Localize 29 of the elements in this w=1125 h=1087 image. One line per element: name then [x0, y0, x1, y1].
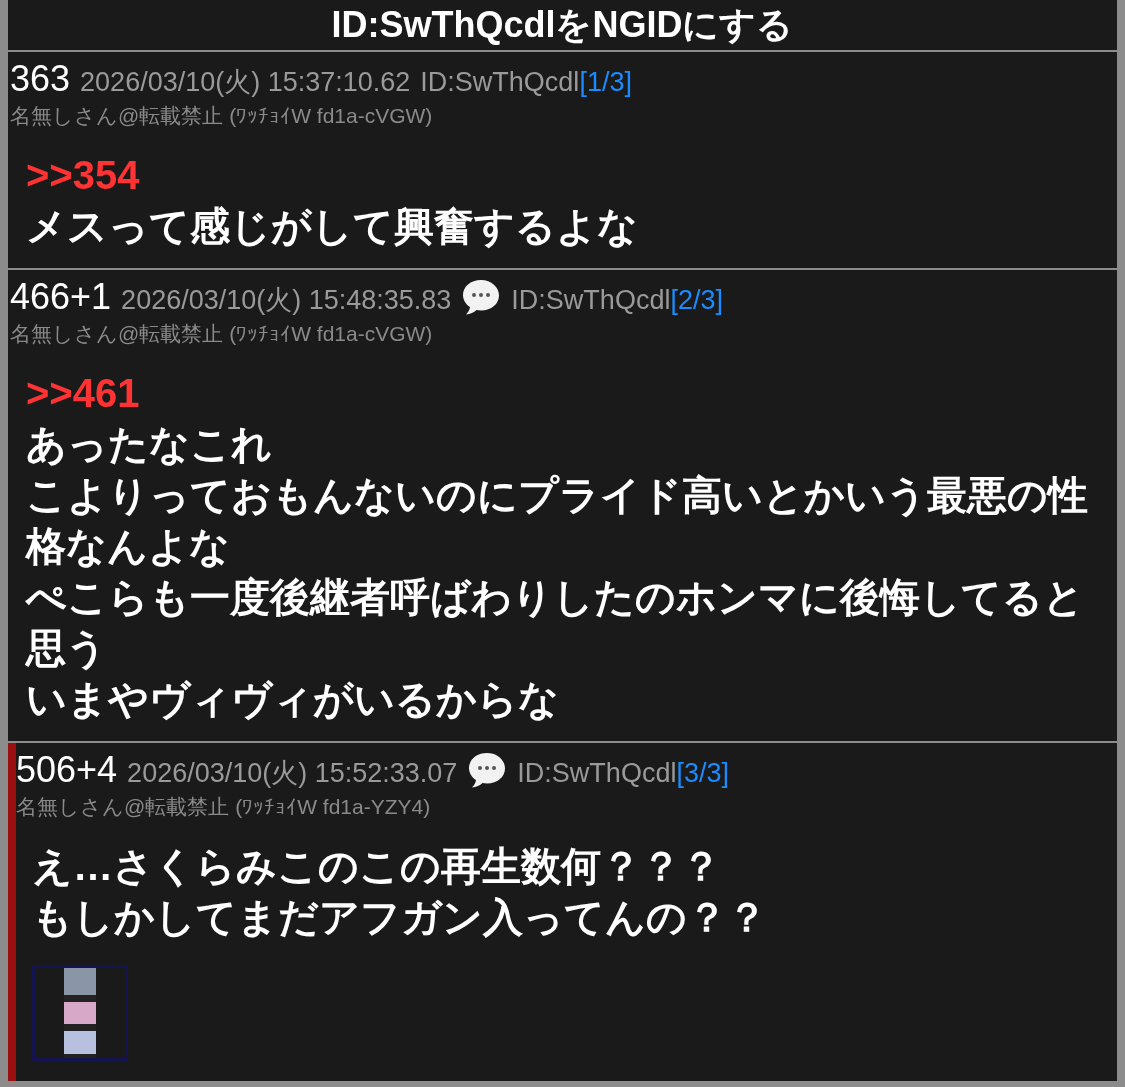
poster-name: 名無しさん@転載禁止 (ﾜｯﾁｮｲW fd1a-cVGW) [10, 103, 434, 129]
post-number[interactable]: 466+1 [10, 276, 112, 318]
reply-anchor-link[interactable]: >>354 [26, 150, 1117, 201]
post-text-line: メスって感じがして興奮するよな [26, 203, 639, 250]
post-text-line: あったなこれ [26, 421, 273, 468]
reply-anchor-link[interactable]: >>461 [26, 368, 1117, 419]
poster-id[interactable]: ID:SwThQcdl [517, 758, 677, 788]
post-text-line: もしかしてまだアフガン入ってんの？？ [32, 894, 768, 941]
id-count-link[interactable]: [1/3] [579, 67, 632, 97]
post-number[interactable]: 506+4 [16, 749, 118, 791]
ngid-title[interactable]: ID:SwThQcdlをNGIDにする [331, 0, 794, 50]
poster-id[interactable]: ID:SwThQcdl [511, 285, 671, 315]
post-datetime: 2026/03/10(火) 15:52:33.07 [127, 757, 458, 790]
poster-name: 名無しさん@転載禁止 (ﾜｯﾁｮｲW fd1a-YZY4) [16, 794, 432, 820]
id-count-link[interactable]: [2/3] [670, 285, 723, 315]
post-text-line: え…さくらみこのこの再生数何？？？ [32, 843, 722, 890]
post-text-line: こよりっておもんないのにプライド高いとかいう最悪の性格なんよな [26, 472, 1089, 570]
post-datetime: 2026/03/10(火) 15:48:35.83 [121, 284, 452, 317]
title-bar[interactable]: ID:SwThQcdlをNGIDにする [8, 0, 1117, 50]
id-count-link[interactable]: [3/3] [676, 758, 729, 788]
post-datetime: 2026/03/10(火) 15:37:10.62 [80, 66, 411, 99]
speech-bubble-icon[interactable] [461, 278, 502, 316]
poster-name: 名無しさん@転載禁止 (ﾜｯﾁｮｲW fd1a-cVGW) [10, 321, 434, 347]
post-text-line: いまやヴィヴィがいるからな [26, 676, 560, 723]
post-number[interactable]: 363 [10, 58, 71, 100]
post-text-line: ぺこらも一度後継者呼ばわりしたのホンマに後悔してると思う [26, 574, 1085, 672]
speech-bubble-icon[interactable] [467, 751, 508, 789]
poster-id[interactable]: ID:SwThQcdl [420, 67, 580, 97]
image-thumbnail[interactable] [32, 965, 128, 1061]
